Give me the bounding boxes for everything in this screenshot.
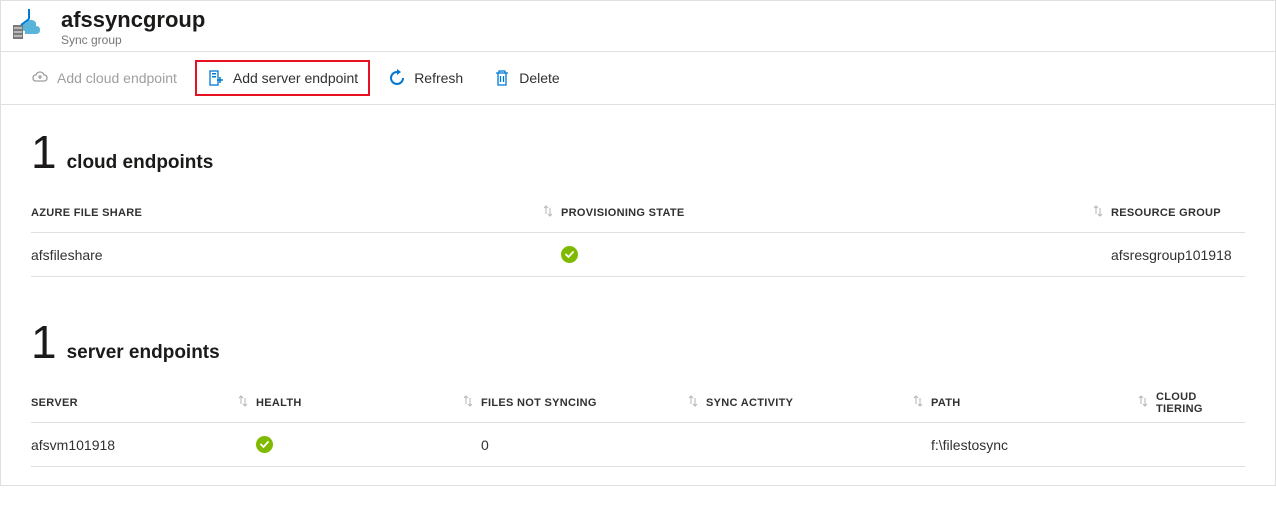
- cell-health: [256, 436, 481, 453]
- column-azure-file-share[interactable]: AZURE FILE SHARE: [31, 205, 561, 220]
- sync-group-icon: [9, 7, 49, 43]
- refresh-button[interactable]: Refresh: [376, 60, 475, 96]
- cell-path: f:\filestosync: [931, 437, 1156, 453]
- refresh-label: Refresh: [414, 70, 463, 86]
- sort-icon: [913, 395, 923, 410]
- server-endpoints-table: SERVER HEALTH FILES NOT SYNCING SYNC ACT…: [31, 383, 1245, 467]
- server-endpoints-label: server endpoints: [67, 342, 220, 364]
- cloud-add-icon: [31, 69, 49, 87]
- column-sync-activity[interactable]: SYNC ACTIVITY: [706, 395, 931, 410]
- table-row[interactable]: afsfileshare afsresgroup101918: [31, 233, 1245, 277]
- sort-icon: [1138, 395, 1148, 410]
- status-ok-icon: [256, 436, 273, 453]
- column-provisioning-state[interactable]: PROVISIONING STATE: [561, 205, 1111, 220]
- sort-icon: [463, 395, 473, 410]
- command-bar: Add cloud endpoint Add server endpoint R…: [1, 51, 1275, 105]
- add-server-endpoint-button[interactable]: Add server endpoint: [195, 60, 370, 96]
- column-path[interactable]: PATH: [931, 395, 1156, 410]
- sort-icon: [238, 395, 248, 410]
- server-add-icon: [207, 69, 225, 87]
- add-cloud-endpoint-label: Add cloud endpoint: [57, 70, 177, 86]
- refresh-icon: [388, 69, 406, 87]
- status-ok-icon: [561, 246, 578, 263]
- delete-button[interactable]: Delete: [481, 60, 571, 96]
- column-server[interactable]: SERVER: [31, 395, 256, 410]
- cloud-endpoints-table: AZURE FILE SHARE PROVISIONING STATE RESO…: [31, 193, 1245, 277]
- cell-server: afsvm101918: [31, 437, 256, 453]
- cell-resource-group: afsresgroup101918: [1111, 247, 1245, 263]
- cloud-endpoints-label: cloud endpoints: [67, 152, 214, 174]
- cell-files-not-syncing: 0: [481, 437, 706, 453]
- cell-azure-file-share: afsfileshare: [31, 247, 561, 263]
- add-cloud-endpoint-button: Add cloud endpoint: [19, 60, 189, 96]
- add-server-endpoint-label: Add server endpoint: [233, 70, 358, 86]
- sort-icon: [543, 205, 553, 220]
- cloud-endpoints-count: 1: [31, 129, 57, 175]
- server-endpoints-heading: 1 server endpoints: [31, 319, 1245, 365]
- delete-icon: [493, 69, 511, 87]
- delete-label: Delete: [519, 70, 559, 86]
- column-files-not-syncing[interactable]: FILES NOT SYNCING: [481, 395, 706, 410]
- page-title: afssyncgroup: [61, 8, 205, 32]
- server-endpoints-count: 1: [31, 319, 57, 365]
- sort-icon: [1093, 205, 1103, 220]
- column-health[interactable]: HEALTH: [256, 395, 481, 410]
- cell-provisioning-state: [561, 246, 1111, 263]
- cloud-endpoints-heading: 1 cloud endpoints: [31, 129, 1245, 175]
- page-subtitle: Sync group: [61, 33, 205, 47]
- column-cloud-tiering[interactable]: CLOUD TIERING: [1156, 391, 1245, 415]
- column-resource-group[interactable]: RESOURCE GROUP: [1111, 207, 1245, 219]
- table-row[interactable]: afsvm101918 0 f:\filestosync: [31, 423, 1245, 467]
- sort-icon: [688, 395, 698, 410]
